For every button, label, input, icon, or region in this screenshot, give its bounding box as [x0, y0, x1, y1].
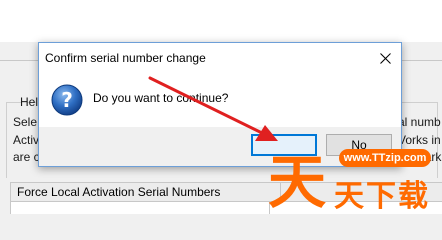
background-text-line: al numb — [398, 115, 441, 129]
background-text-line: Hel — [20, 95, 39, 109]
dialog-title: Confirm serial number change — [45, 51, 206, 65]
column-divider — [269, 202, 270, 214]
dialog-message: Do you want to continue? — [93, 91, 229, 105]
background-text-line: are c — [13, 150, 40, 164]
close-icon — [380, 53, 391, 64]
question-icon: ? — [51, 84, 83, 116]
background-text-line: Sele — [13, 115, 38, 129]
column-divider — [280, 183, 281, 201]
svg-text:?: ? — [61, 88, 73, 112]
background-text-line: Vorks in — [398, 133, 441, 147]
background-top-area — [0, 0, 442, 42]
dialog-titlebar[interactable]: Confirm serial number change — [39, 43, 401, 74]
table-row[interactable] — [10, 202, 442, 214]
background-text-line: Activ — [13, 133, 40, 147]
close-button[interactable] — [371, 43, 401, 74]
watermark-url: www.TTzip.com — [339, 149, 431, 167]
table-header-label: Force Local Activation Serial Numbers — [17, 185, 221, 199]
yes-button[interactable] — [251, 134, 317, 156]
table-header[interactable]: Force Local Activation Serial Numbers — [10, 182, 442, 202]
